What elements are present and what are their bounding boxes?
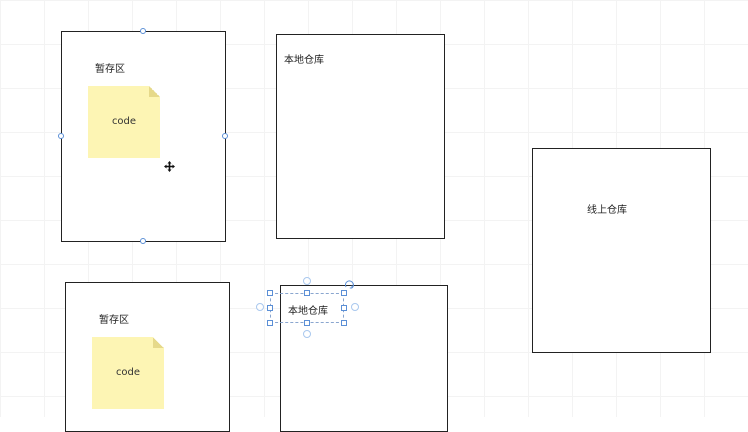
local-repo-box[interactable]: 本地仓库 — [276, 34, 445, 239]
text-handle-bottom-middle[interactable] — [304, 320, 310, 326]
rotate-icon[interactable] — [344, 280, 355, 291]
text-handle-bottom-right[interactable] — [341, 320, 347, 326]
code-sticky-note[interactable]: code — [88, 86, 160, 158]
text-handle-middle-left[interactable] — [267, 305, 273, 311]
connection-point-top[interactable] — [303, 277, 311, 285]
local-repo-label-2[interactable]: 本地仓库 — [288, 302, 328, 317]
code-sticky-note-2[interactable]: code — [92, 337, 164, 409]
text-handle-top-left[interactable] — [267, 290, 273, 296]
move-cursor-icon — [164, 161, 175, 172]
online-repo-box[interactable]: 线上仓库 — [532, 148, 711, 353]
resize-handle-bottom[interactable] — [140, 238, 146, 244]
local-repo-label: 本地仓库 — [284, 55, 324, 66]
resize-handle-left[interactable] — [58, 133, 64, 139]
text-handle-bottom-left[interactable] — [267, 320, 273, 326]
note-fold-2 — [153, 337, 164, 348]
staging-area-box[interactable]: 暂存区 code — [61, 31, 226, 242]
diagram-canvas[interactable]: 暂存区 code 本地仓库 线上仓库 暂存区 code 本地仓库 — [0, 0, 748, 432]
staging-area-box-2[interactable]: 暂存区 code — [65, 282, 230, 432]
resize-handle-right[interactable] — [222, 133, 228, 139]
code-note-label: code — [111, 116, 137, 127]
online-repo-label: 线上仓库 — [587, 205, 627, 216]
text-handle-top-middle[interactable] — [304, 290, 310, 296]
resize-handle-top[interactable] — [140, 28, 146, 34]
connection-point-right[interactable] — [351, 303, 359, 311]
connection-point-left[interactable] — [256, 303, 264, 311]
connection-point-bottom[interactable] — [303, 330, 311, 338]
code-note-label-2: code — [115, 367, 141, 378]
note-fold — [149, 86, 160, 97]
staging-area-label: 暂存区 — [95, 64, 125, 75]
staging-area-label-2: 暂存区 — [99, 315, 129, 326]
text-handle-middle-right[interactable] — [341, 305, 347, 311]
